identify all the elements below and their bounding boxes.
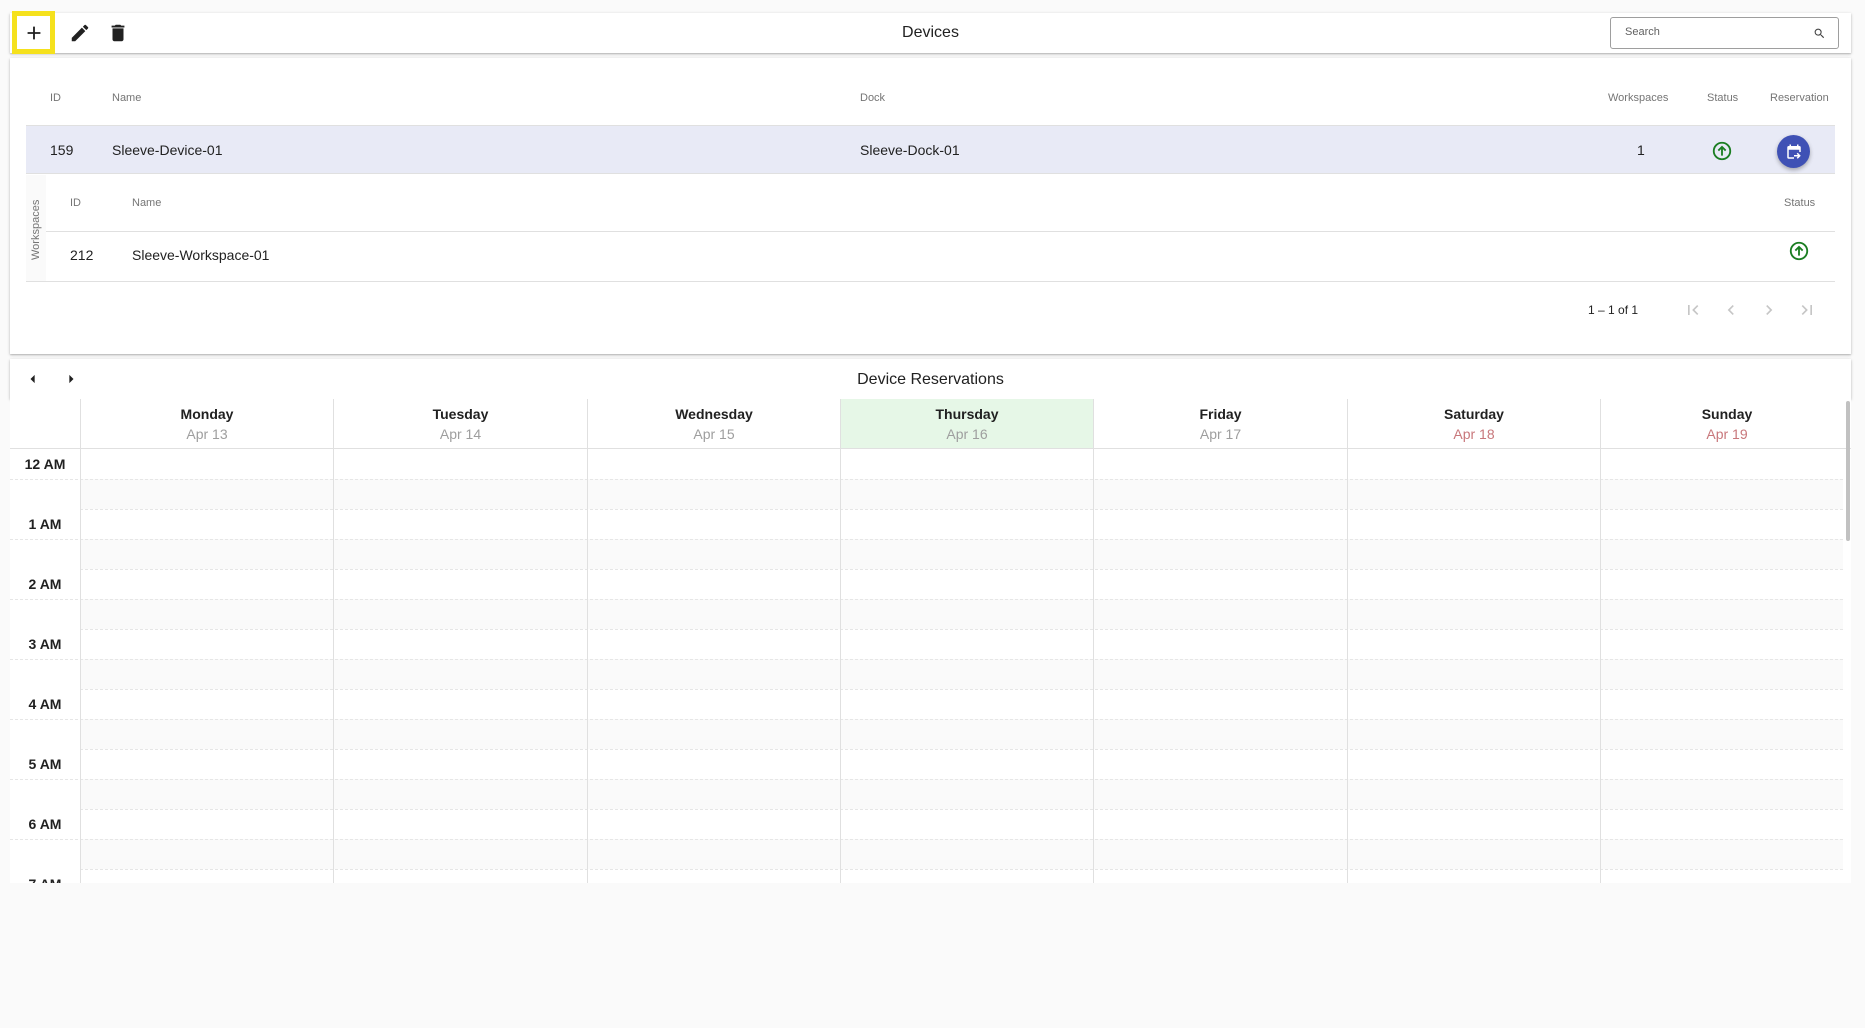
calendar-corner — [10, 399, 80, 449]
day-header-sunday: Sunday Apr 19 — [1600, 399, 1851, 449]
chevron-right-icon — [1766, 305, 1773, 315]
day-date: Apr 18 — [1453, 426, 1495, 442]
column-header-reservation[interactable]: Reservation — [1770, 92, 1829, 104]
day-header-saturday: Saturday Apr 18 — [1347, 399, 1600, 449]
reservations-title: Device Reservations — [857, 371, 1004, 388]
day-date: Apr 17 — [1199, 426, 1242, 442]
last-page-icon — [1801, 305, 1812, 315]
devices-table: ID Name Dock Workspaces Status Reservati… — [10, 58, 1851, 354]
reservations-toolbar: Device Reservations — [10, 359, 1851, 399]
search-input[interactable] — [1625, 26, 1805, 38]
day-name: Monday — [180, 406, 234, 422]
day-date: Apr 19 — [1706, 426, 1748, 442]
devices-toolbar: Devices — [10, 11, 1851, 54]
device-dock-cell: Sleeve-Dock-01 — [860, 142, 960, 158]
day-date: Apr 16 — [946, 426, 988, 442]
hour-label: 12 AM — [24, 456, 66, 472]
device-name-cell: Sleeve-Device-01 — [112, 142, 223, 158]
workspace-header-id[interactable]: ID — [70, 197, 81, 209]
column-header-id[interactable]: ID — [50, 92, 61, 104]
hour-label: 4 AM — [28, 696, 62, 712]
scrollbar-thumb[interactable] — [1846, 401, 1850, 541]
day-name: Sunday — [1701, 406, 1753, 422]
day-column-thursday[interactable] — [840, 449, 1093, 883]
day-column-wednesday[interactable] — [587, 449, 840, 883]
status-online-icon — [1711, 140, 1733, 167]
day-date: Apr 13 — [186, 426, 228, 442]
hour-label: 7 AM — [10, 876, 80, 883]
first-page-icon — [1688, 305, 1699, 315]
day-header-wednesday: Wednesday Apr 15 — [587, 399, 840, 449]
day-header-tuesday: Tuesday Apr 14 — [333, 399, 587, 449]
day-name: Thursday — [935, 406, 999, 422]
hour-label: 2 AM — [28, 576, 62, 592]
day-column-sunday[interactable] — [1600, 449, 1851, 883]
workspaces-side-label: Workspaces — [26, 175, 46, 281]
hour-label: 3 AM — [28, 636, 62, 652]
devices-title: Devices — [902, 24, 959, 41]
day-name: Friday — [1199, 406, 1242, 422]
day-header-monday: Monday Apr 13 — [80, 399, 333, 449]
calendar-arrow-icon — [1786, 144, 1801, 159]
hour-label: 1 AM — [28, 516, 62, 532]
hour-label: 5 AM — [28, 756, 62, 772]
day-header-friday: Friday Apr 17 — [1093, 399, 1347, 449]
workspace-name-cell: Sleeve-Workspace-01 — [132, 247, 270, 263]
device-workspaces-cell: 1 — [1637, 142, 1645, 158]
day-name: Saturday — [1444, 406, 1504, 422]
workspace-id-cell: 212 — [70, 247, 94, 263]
day-column-saturday[interactable] — [1347, 449, 1600, 883]
workspace-header-status[interactable]: Status — [1784, 197, 1815, 209]
day-date: Apr 15 — [693, 426, 735, 442]
column-header-dock[interactable]: Dock — [860, 92, 885, 104]
hour-label: 6 AM — [28, 816, 62, 832]
day-column-friday[interactable] — [1093, 449, 1347, 883]
device-id-cell: 159 — [50, 142, 74, 158]
previous-page-button[interactable] — [1719, 298, 1743, 322]
first-page-button[interactable] — [1681, 298, 1705, 322]
week-calendar: 7 AM 6 AM 5 AM 4 AM 3 AM 2 AM 1 AM 12 AM Monday… — [10, 399, 1851, 883]
workspace-header-name[interactable]: Name — [132, 197, 161, 209]
search-icon[interactable] — [1813, 27, 1826, 40]
column-header-workspaces[interactable]: Workspaces — [1608, 92, 1668, 104]
next-page-button[interactable] — [1757, 298, 1781, 322]
workspace-status-online-icon — [1788, 240, 1810, 267]
day-name: Tuesday — [432, 406, 489, 422]
search-field[interactable] — [1610, 17, 1839, 49]
day-date: Apr 14 — [439, 426, 482, 442]
column-header-name[interactable]: Name — [112, 92, 141, 104]
day-column-tuesday[interactable] — [333, 449, 587, 883]
pagination-range: 1 – 1 of 1 — [1588, 303, 1639, 317]
day-header-thursday: Thursday Apr 16 — [840, 399, 1093, 449]
column-header-status[interactable]: Status — [1707, 92, 1738, 104]
day-column-monday[interactable] — [80, 449, 333, 883]
day-name: Wednesday — [675, 406, 753, 422]
calendar-scrollbar[interactable] — [1843, 399, 1851, 883]
chevron-left-icon — [1727, 305, 1734, 315]
last-page-button[interactable] — [1795, 298, 1819, 322]
reserve-device-button[interactable] — [1777, 135, 1810, 168]
